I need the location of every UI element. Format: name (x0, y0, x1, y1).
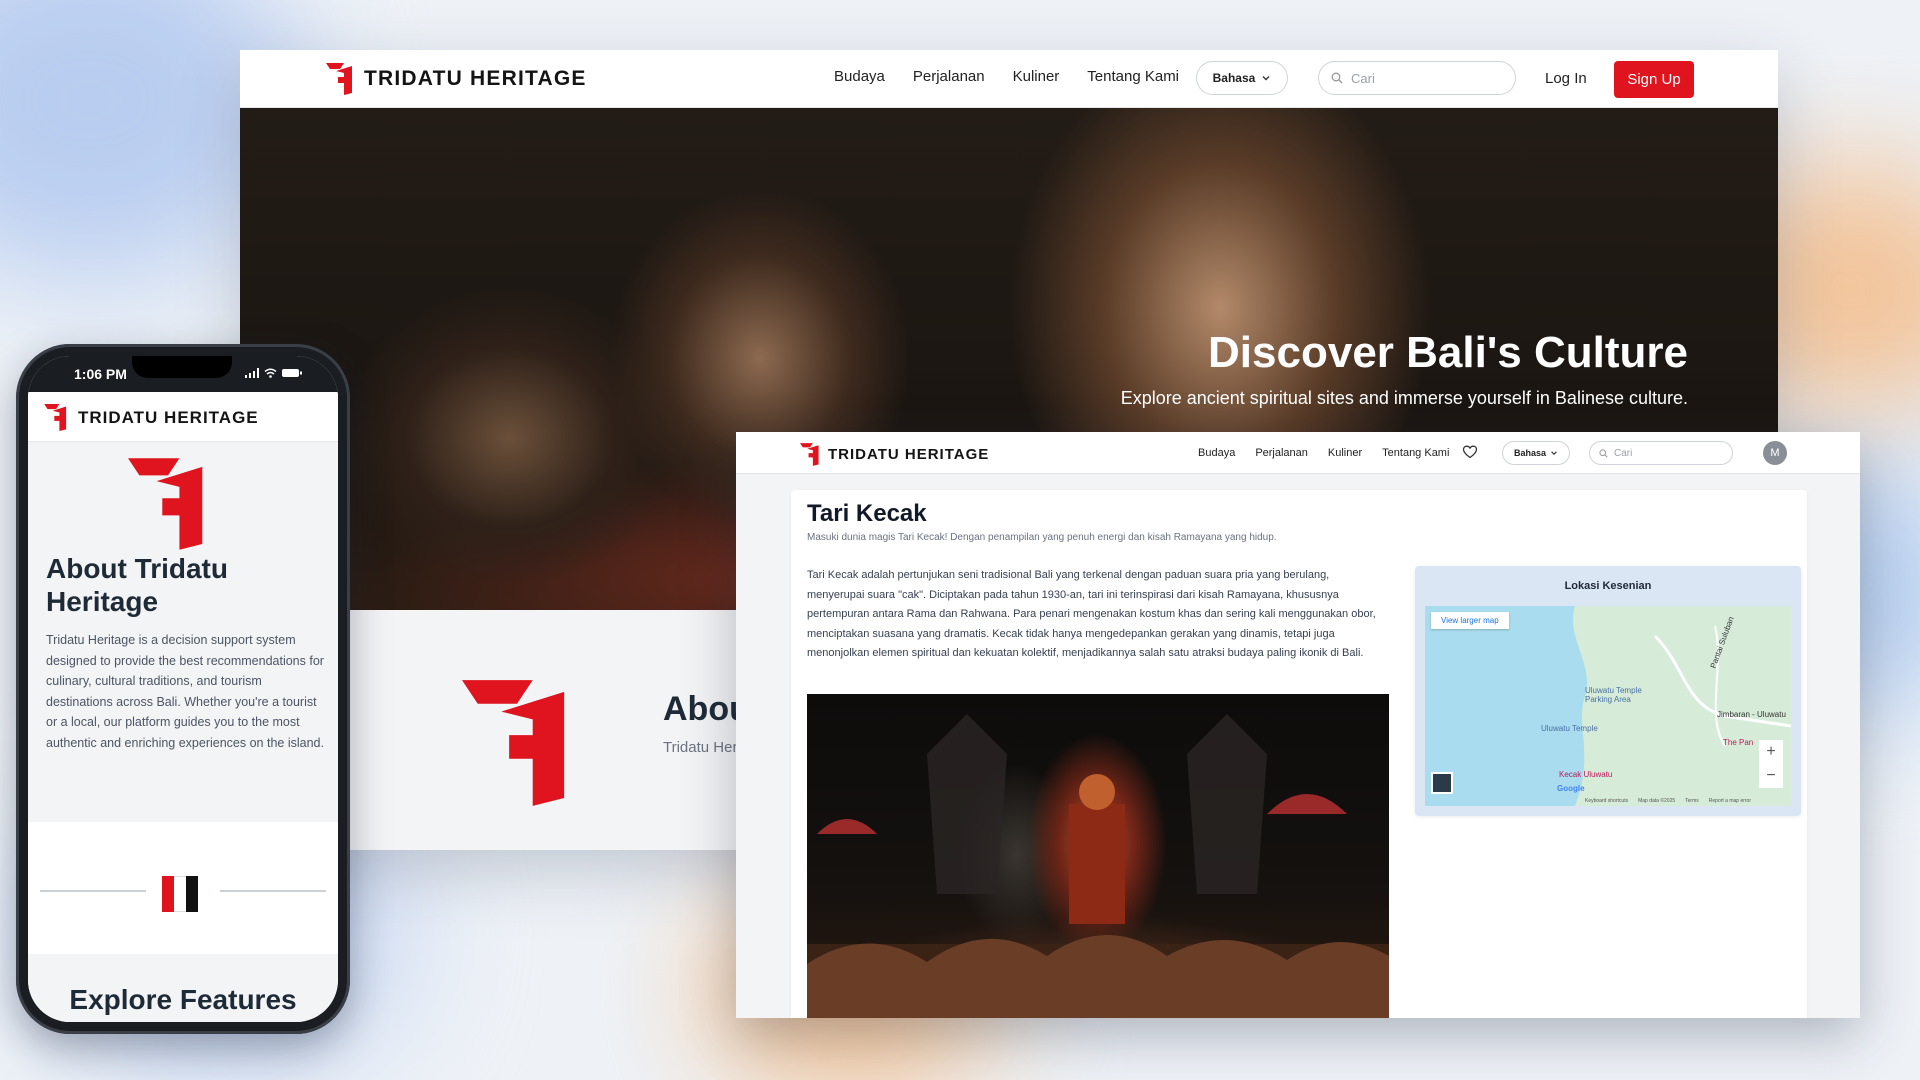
nav-link-tentang-kami[interactable]: Tentang Kami (1087, 68, 1179, 85)
map-label-kecak: Kecak Uluwatu (1559, 770, 1613, 779)
map-footer-terms[interactable]: Terms (1685, 798, 1699, 804)
detail-subtitle: Masuki dunia magis Tari Kecak! Dengan pe… (807, 532, 1277, 543)
detail-brand[interactable]: TRIDATU HERITAGE (800, 443, 989, 466)
language-label: Bahasa (1212, 71, 1256, 85)
search-icon (1599, 448, 1608, 458)
wifi-icon (264, 368, 277, 378)
nav-link-perjalanan[interactable]: Perjalanan (913, 68, 985, 85)
map-label-parking: Uluwatu Temple Parking Area (1585, 686, 1642, 704)
phone-notch (132, 356, 232, 378)
user-avatar[interactable]: M (1763, 441, 1787, 465)
signal-icon (245, 368, 259, 378)
chevron-down-icon (1551, 451, 1557, 455)
view-larger-map-link[interactable]: View larger map (1431, 612, 1509, 629)
tridatu-logo-large-icon (128, 458, 203, 550)
google-logo: Google (1557, 784, 1585, 793)
search-placeholder: Cari (1351, 70, 1375, 86)
battery-icon (282, 369, 302, 377)
brand-name: TRIDATU HERITAGE (78, 407, 259, 427)
nav-link-perjalanan[interactable]: Perjalanan (1255, 447, 1308, 459)
nav-link-tentang-kami[interactable]: Tentang Kami (1382, 447, 1449, 459)
map-footer-report[interactable]: Report a map error (1709, 798, 1751, 804)
embedded-map[interactable]: View larger map Uluwatu Temple Parking A… (1425, 606, 1791, 806)
zoom-in-button[interactable]: + (1759, 740, 1783, 764)
kecak-dance-photo (807, 694, 1389, 1018)
explore-features-title: Explore Features (69, 984, 297, 1015)
map-label-temple: Uluwatu Temple (1541, 724, 1598, 733)
detail-navbar: TRIDATU HERITAGE Budaya Perjalanan Kulin… (736, 432, 1860, 474)
mobile-about-title: About Tridatu Heritage (46, 553, 228, 617)
search-icon (1331, 72, 1343, 84)
divider-right (220, 890, 326, 892)
search-placeholder: Cari (1614, 447, 1633, 459)
tridatu-flag-icon (162, 876, 198, 912)
language-dropdown[interactable]: Bahasa (1502, 441, 1570, 465)
detail-nav-links: Budaya Perjalanan Kuliner Tentang Kami (1198, 447, 1449, 459)
phone-screen: 1:06 PM TRIDATU HERITAGE About Tridatu H… (28, 356, 338, 1022)
nav-link-kuliner[interactable]: Kuliner (1328, 447, 1362, 459)
signup-button[interactable]: Sign Up (1614, 61, 1694, 98)
nav-link-budaya[interactable]: Budaya (1198, 447, 1235, 459)
nav-link-budaya[interactable]: Budaya (834, 68, 885, 85)
map-thumbnail[interactable] (1431, 772, 1453, 794)
mobile-brand[interactable]: TRIDATU HERITAGE (44, 404, 259, 431)
search-input[interactable]: Cari (1318, 61, 1516, 95)
language-label: Bahasa (1513, 448, 1547, 458)
phone-status-bar: 1:06 PM (28, 356, 338, 392)
brand-name: TRIDATU HERITAGE (364, 67, 587, 90)
heart-icon[interactable] (1462, 444, 1478, 460)
search-input[interactable]: Cari (1589, 441, 1733, 465)
kecak-performance-illustration (807, 714, 1389, 1018)
login-link[interactable]: Log In (1545, 70, 1587, 87)
detail-card: Tari Kecak Masuki dunia magis Tari Kecak… (791, 490, 1807, 1018)
nav-link-kuliner[interactable]: Kuliner (1013, 68, 1060, 85)
map-title: Lokasi Kesenian (1564, 580, 1652, 592)
mobile-navbar: TRIDATU HERITAGE (28, 392, 338, 442)
phone-status-icons (245, 368, 302, 378)
hero-title: Discover Bali's Culture (1208, 328, 1688, 377)
map-footer: Keyboard shortcuts Map data ©2025 Terms … (1585, 798, 1751, 804)
map-footer-shortcuts[interactable]: Keyboard shortcuts (1585, 798, 1628, 804)
desktop-brand[interactable]: TRIDATU HERITAGE (326, 63, 587, 95)
tridatu-logo-large-icon (462, 680, 565, 806)
tridatu-logo-icon (326, 63, 352, 95)
desktop-navbar: TRIDATU HERITAGE Budaya Perjalanan Kulin… (240, 50, 1778, 108)
desktop-nav-links: Budaya Perjalanan Kuliner Tentang Kami (834, 68, 1179, 85)
tridatu-logo-icon (800, 443, 819, 466)
chevron-down-icon (1262, 76, 1270, 81)
map-label-the-pan: The Pan (1723, 738, 1754, 747)
map-footer-data: Map data ©2025 (1638, 798, 1676, 804)
brand-name: TRIDATU HERITAGE (828, 446, 990, 463)
detail-description: Tari Kecak adalah pertunjukan seni tradi… (807, 569, 1376, 660)
zoom-out-button[interactable]: − (1759, 764, 1783, 788)
map-label-road: Jimbaran - Uluwatu (1717, 710, 1786, 719)
tridatu-logo-icon (44, 404, 67, 431)
mobile-mockup: 1:06 PM TRIDATU HERITAGE About Tridatu H… (16, 344, 350, 1034)
map-panel: Lokasi Kesenian View larger map Uluwatu … (1415, 566, 1801, 816)
mobile-about-text: Tridatu Heritage is a decision support s… (46, 633, 324, 750)
divider-left (40, 890, 146, 892)
hero-subtitle: Explore ancient spiritual sites and imme… (1120, 388, 1688, 408)
phone-time: 1:06 PM (74, 366, 127, 382)
detail-title: Tari Kecak (807, 500, 927, 527)
detail-page-mockup: TRIDATU HERITAGE Budaya Perjalanan Kulin… (736, 432, 1860, 1018)
language-dropdown[interactable]: Bahasa (1196, 61, 1288, 95)
